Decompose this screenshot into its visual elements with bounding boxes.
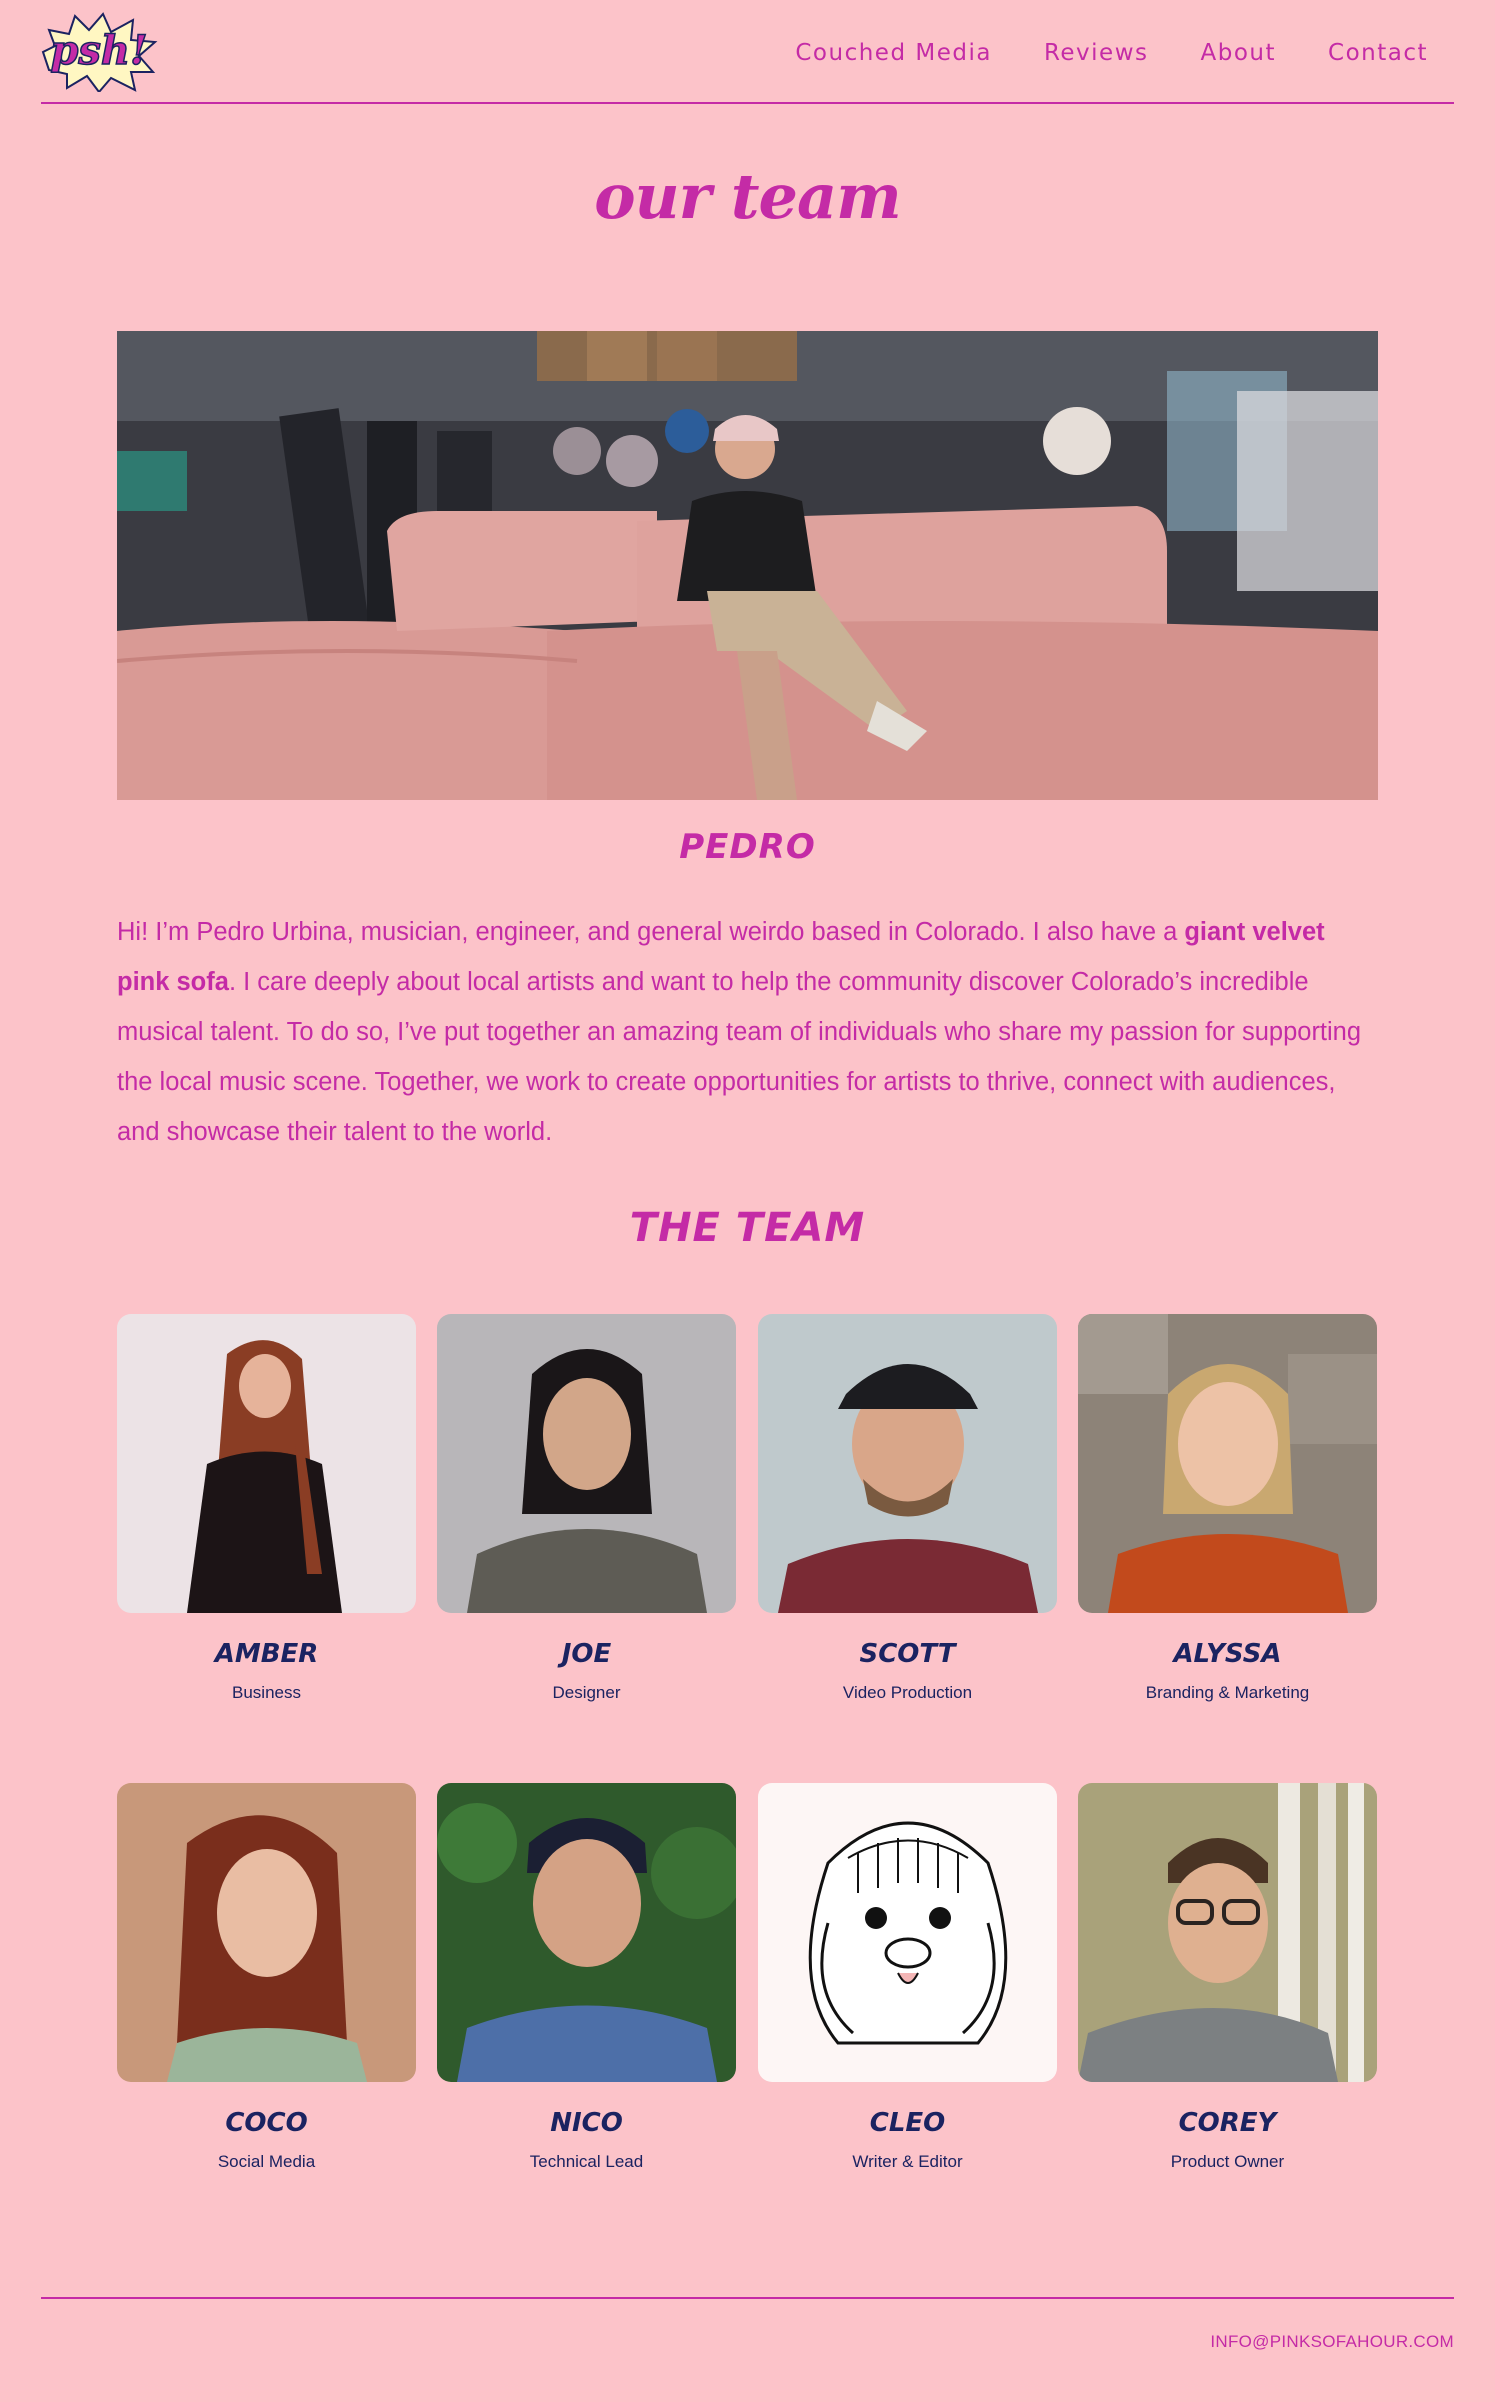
page-title: our team xyxy=(594,160,902,233)
svg-text:psh!: psh! xyxy=(50,27,147,74)
team-member-card: COCO Social Media xyxy=(117,1783,416,2172)
member-role: Technical Lead xyxy=(529,2152,644,2171)
team-member-card: NICO Technical Lead xyxy=(437,1783,736,2172)
member-name: CLEO xyxy=(869,2108,946,2138)
nav-reviews[interactable]: Reviews xyxy=(1044,40,1149,66)
nav-couched-media[interactable]: Couched Media xyxy=(795,40,992,66)
team-section-title: THE TEAM xyxy=(629,1205,866,1251)
team-member-card: AMBER Business xyxy=(117,1314,416,1703)
team-member-card: SCOTT Video Production xyxy=(758,1314,1057,1703)
member-name: JOE xyxy=(561,1639,612,1669)
team-member-card: COREY Product Owner xyxy=(1078,1783,1377,2172)
bio-text-end: . I care deeply about local artists and … xyxy=(117,968,1362,1146)
team-member-card: ALYSSA Branding & Marketing xyxy=(1078,1314,1377,1703)
footer-email-link[interactable]: INFO@PINKSOFAHOUR.COM xyxy=(1210,2332,1454,2352)
member-photo xyxy=(117,1314,416,1613)
member-role: Social Media xyxy=(217,2152,316,2171)
member-photo xyxy=(437,1314,736,1613)
bio-text-start: Hi! I’m Pedro Urbina, musician, engineer… xyxy=(117,918,1185,946)
member-name: ALYSSA xyxy=(1173,1639,1282,1669)
member-name: COCO xyxy=(225,2108,308,2138)
member-role: Video Production xyxy=(842,1683,973,1702)
member-role: Writer & Editor xyxy=(852,2152,963,2171)
main-nav: Couched Media Reviews About Contact xyxy=(795,40,1428,66)
hero-photo-pedro-on-pink-sofa xyxy=(117,331,1378,800)
member-photo xyxy=(437,1783,736,2082)
founder-name: PEDRO xyxy=(679,827,816,867)
member-name: AMBER xyxy=(214,1639,319,1669)
nav-about[interactable]: About xyxy=(1201,40,1277,66)
nav-contact[interactable]: Contact xyxy=(1328,40,1428,66)
team-member-card: CLEO Writer & Editor xyxy=(758,1783,1057,2172)
site-header: psh! Couched Media Reviews About Contact xyxy=(41,0,1454,104)
team-member-card: JOE Designer xyxy=(437,1314,736,1703)
member-photo xyxy=(117,1783,416,2082)
member-photo xyxy=(1078,1314,1377,1613)
member-role: Designer xyxy=(552,1683,621,1702)
member-name: SCOTT xyxy=(859,1639,956,1669)
footer-divider xyxy=(41,2297,1454,2299)
member-photo-pug-drawing xyxy=(758,1783,1057,2082)
psh-logo[interactable]: psh! xyxy=(41,12,159,94)
member-name: NICO xyxy=(550,2108,623,2138)
member-role: Business xyxy=(232,1683,301,1702)
member-role: Branding & Marketing xyxy=(1145,1683,1310,1702)
member-role: Product Owner xyxy=(1170,2152,1285,2171)
member-name: COREY xyxy=(1178,2108,1277,2138)
member-photo xyxy=(758,1314,1057,1613)
founder-bio: Hi! I’m Pedro Urbina, musician, engineer… xyxy=(117,907,1378,1157)
member-photo xyxy=(1078,1783,1377,2082)
